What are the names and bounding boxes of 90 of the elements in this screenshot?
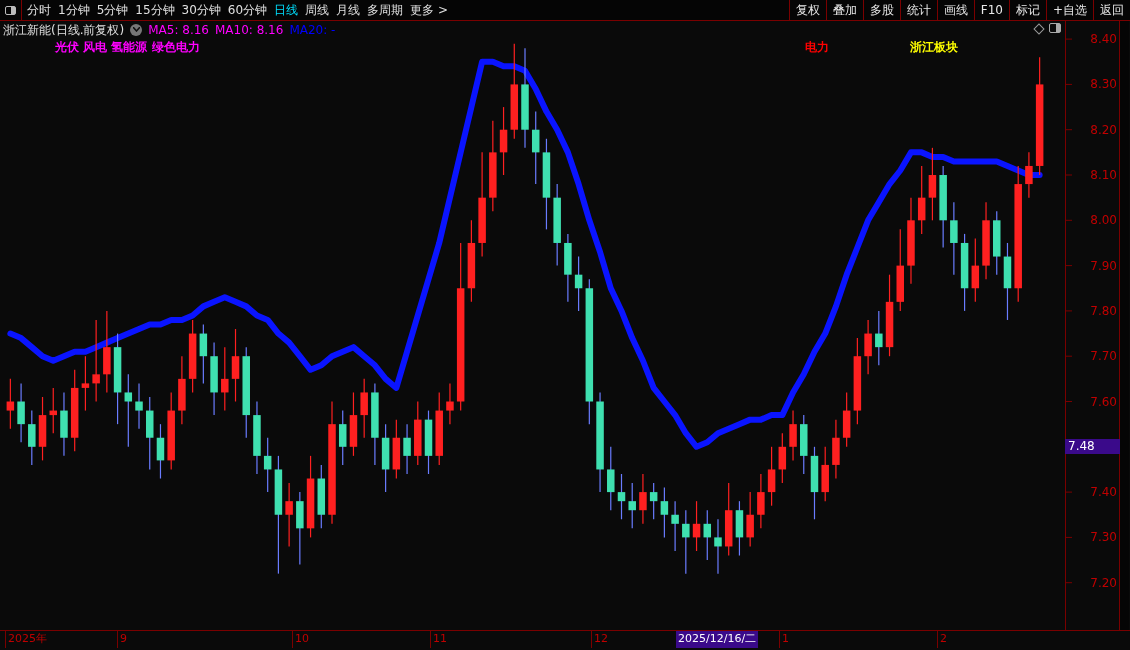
period-tab[interactable]: 月线 [336,1,361,19]
price-tick-label: 7.30 [1090,530,1117,545]
panel-toggle-icon[interactable] [1049,23,1061,33]
candlestick [221,346,229,412]
sector-tag: 光伏 风电 氢能源 绿色电力 [55,38,805,56]
candlestick [81,355,90,412]
candlestick [778,432,787,484]
toolbar-button[interactable]: 标记 [1008,0,1046,20]
candlestick [971,237,980,303]
candlestick [746,491,754,548]
candlestick [639,473,647,525]
period-tab[interactable]: 5分钟 [96,1,129,19]
toolbar-button[interactable]: 叠加 [825,0,863,20]
candlestick [92,319,100,403]
candlestick [714,518,722,575]
candlestick [757,473,765,529]
candlestick [660,486,669,538]
candlestick [199,323,208,384]
indicator-value: MA5: 8.16 [148,21,209,39]
price-tick-label: 7.60 [1090,394,1117,409]
period-tab[interactable]: 30分钟 [181,1,221,19]
date-label: 2 [937,631,947,648]
period-tab[interactable]: 多周期 [367,1,404,19]
candlestick [499,106,508,176]
sector-tag: 电力 [805,38,910,56]
current-price-label: 7.48 [1065,439,1120,454]
date-label: 2025/12/16/二 [676,631,759,648]
candlestick [135,382,143,430]
candlestick [607,446,615,511]
chart-title: 浙江新能(日线.前复权) [3,21,125,39]
date-label: 9 [117,631,127,648]
date-label: 11 [430,631,447,648]
period-tab[interactable]: 15分钟 [135,1,175,19]
candlestick [928,147,937,221]
candlestick [950,201,958,276]
price-tick-label: 7.80 [1090,303,1117,318]
dropdown-icon[interactable] [130,23,143,36]
price-tick-label: 8.40 [1090,32,1117,47]
date-label: 1 [779,631,789,648]
candlestick [124,373,133,448]
price-tick-label: 8.00 [1090,213,1117,228]
candlestick [6,378,15,430]
toolbar-button[interactable]: 复权 [788,0,826,20]
sector-tag: 浙江板块 [910,38,1015,56]
candlestick [403,423,411,475]
toolbar-button[interactable]: 返回 [1093,0,1130,20]
period-tab[interactable]: 60分钟 [227,1,268,19]
candlestick [789,409,797,461]
period-tab[interactable]: 分时 [27,1,51,19]
price-tick-label: 7.70 [1090,349,1117,364]
indicator-value: MA20: - [289,21,336,39]
date-label: 12 [591,631,608,648]
candlestick [28,409,36,466]
candlestick [917,165,926,235]
indicator-value: MA10: 8.16 [214,21,284,39]
candlestick [767,446,776,507]
toolbar-button[interactable]: 画线 [936,0,974,20]
price-tick-label: 8.30 [1090,77,1117,92]
candlestick [864,319,872,375]
price-tick-label: 7.40 [1090,485,1117,500]
candlestick [682,509,690,575]
candlestick [17,382,25,443]
candlestick [671,500,679,552]
period-tab[interactable]: 1分钟 [58,1,90,19]
candlestick [338,409,347,466]
date-label: 10 [292,631,309,648]
candlestick [617,473,626,520]
candlestick [649,482,658,520]
toolbar-button[interactable]: 统计 [899,0,937,20]
candlestick [285,482,293,548]
candlestick [156,423,165,480]
toolbar-button[interactable]: F10 [973,0,1009,20]
candlestick [628,482,636,529]
candlestick [231,328,240,403]
candlestick [1025,151,1033,199]
candlestick [875,310,883,366]
date-label: 2025年 [5,631,47,648]
toolbar-button[interactable]: 多股 [862,0,900,20]
candlestick [49,387,57,434]
period-tab[interactable]: 日线 [274,1,299,19]
more-button[interactable]: 更多 > [410,1,448,19]
price-tick-label: 8.20 [1090,122,1117,137]
price-tick-label: 7.90 [1090,258,1117,273]
period-tab[interactable]: 周线 [305,1,330,19]
candlestick [446,382,454,425]
price-tick-label: 8.10 [1090,168,1117,182]
candlestick [360,378,368,439]
toolbar-button[interactable]: +自选 [1045,0,1093,20]
price-tick-label: 7.20 [1090,575,1117,590]
candlestick [531,111,540,185]
